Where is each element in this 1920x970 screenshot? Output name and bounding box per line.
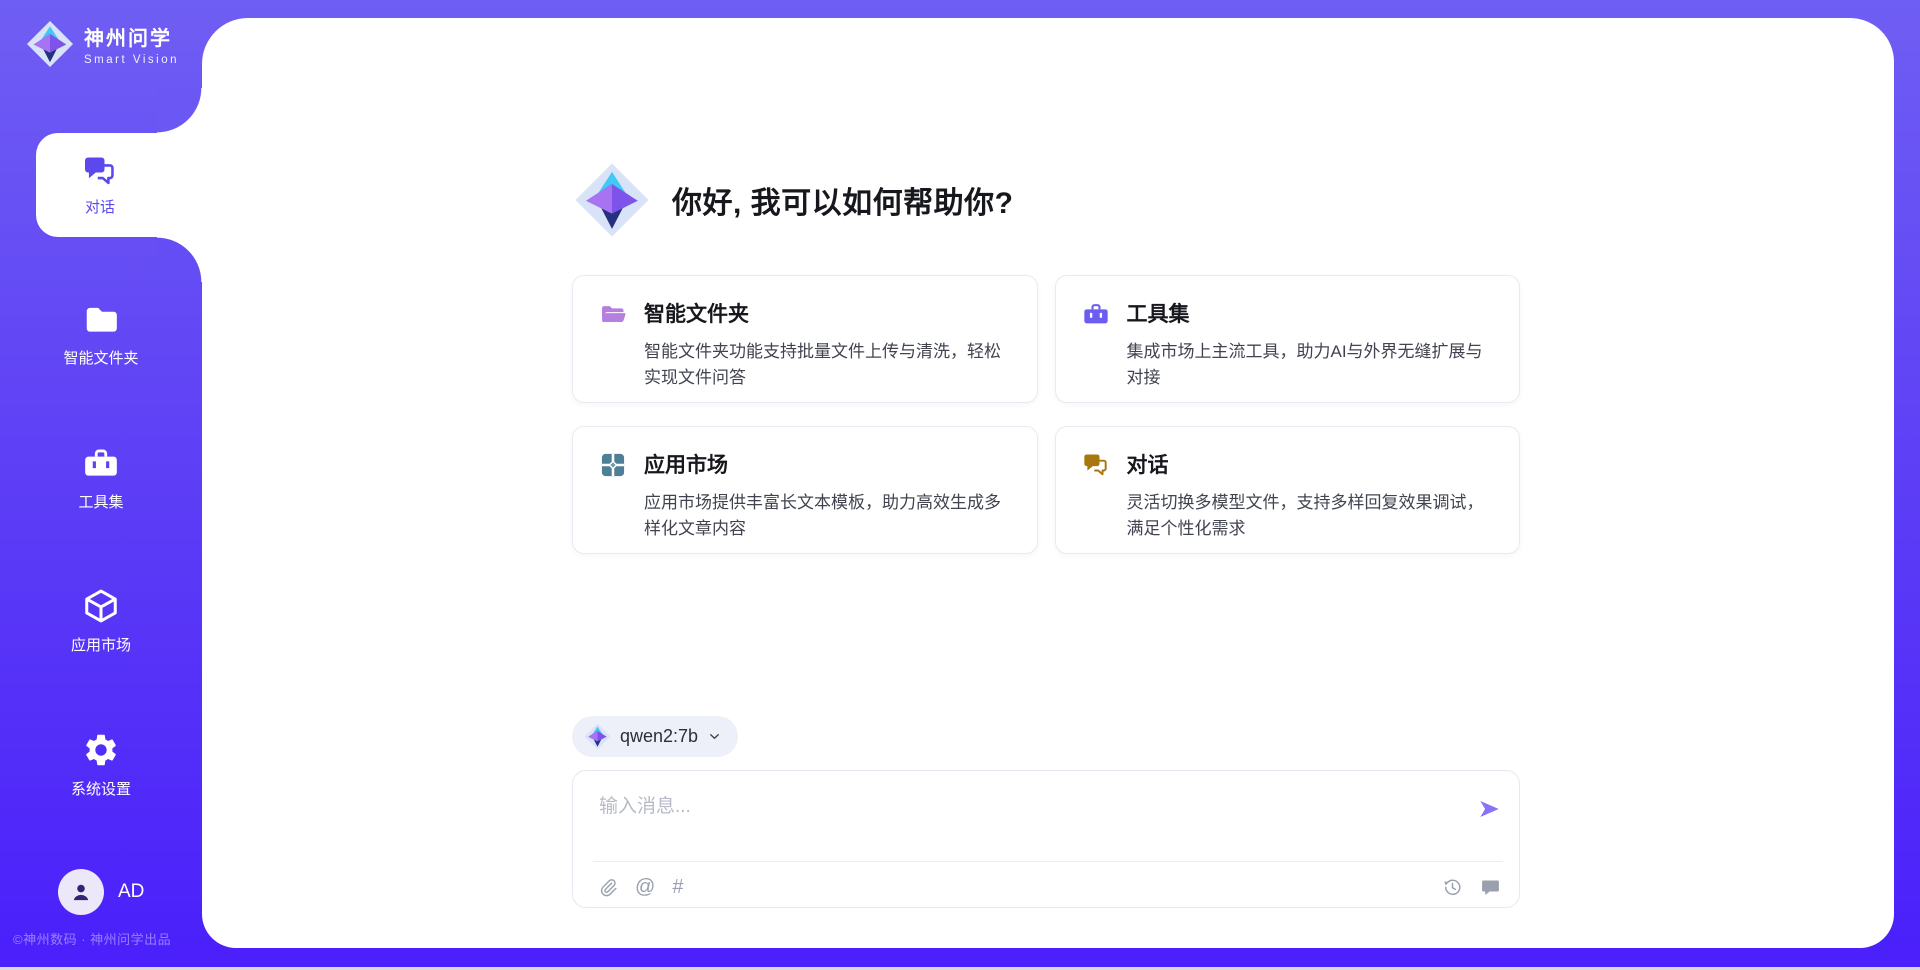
sidebar-item-label: 系统设置 bbox=[71, 778, 131, 799]
sidebar-item-toolset[interactable]: 工具集 bbox=[0, 444, 202, 512]
sidebar-item-app-market[interactable]: 应用市场 bbox=[0, 587, 202, 655]
composer-toolbar: @ # bbox=[597, 873, 1501, 901]
at-icon[interactable]: @ bbox=[635, 877, 655, 898]
greeting-text: 你好, 我可以如何帮助你? bbox=[672, 178, 1014, 222]
sidebar: 神州问学 Smart Vision 对话 智能文件夹 工具集 应用市场 系统设置… bbox=[0, 0, 202, 970]
chat-icon bbox=[82, 153, 118, 189]
user-name: AD bbox=[118, 881, 144, 903]
paperclip-icon[interactable] bbox=[597, 877, 618, 898]
card-smart-folder[interactable]: 智能文件夹 智能文件夹功能支持批量文件上传与清洗，轻松实现文件问答 bbox=[572, 275, 1038, 403]
history-icon[interactable] bbox=[1442, 877, 1463, 898]
person-icon bbox=[68, 879, 94, 905]
chat-icon bbox=[1082, 451, 1110, 479]
sidebar-item-label: 工具集 bbox=[78, 491, 123, 512]
greeting: 你好, 我可以如何帮助你? bbox=[574, 162, 1014, 238]
model-selector[interactable]: qwen2:7b bbox=[572, 716, 738, 757]
model-name: qwen2:7b bbox=[620, 726, 698, 747]
card-app-market[interactable]: 应用市场 应用市场提供丰富长文本模板，助力高效生成多样化文章内容 bbox=[572, 426, 1038, 554]
send-icon[interactable] bbox=[1476, 796, 1502, 822]
app-logo-icon bbox=[574, 162, 650, 238]
card-title: 应用市场 bbox=[644, 449, 1011, 479]
brand-logo-icon bbox=[26, 20, 74, 68]
brand-name: 神州问学 bbox=[84, 22, 179, 51]
sidebar-item-chat[interactable]: 对话 bbox=[36, 133, 202, 237]
gear-icon bbox=[82, 731, 120, 769]
tab-scoop-bottom bbox=[157, 237, 202, 282]
card-title: 对话 bbox=[1127, 449, 1494, 479]
avatar bbox=[58, 869, 104, 915]
briefcase-icon bbox=[82, 444, 120, 482]
card-description: 应用市场提供丰富长文本模板，助力高效生成多样化文章内容 bbox=[644, 490, 1011, 542]
card-toolset[interactable]: 工具集 集成市场上主流工具，助力AI与外界无缝扩展与对接 bbox=[1055, 275, 1521, 403]
sidebar-item-label: 智能文件夹 bbox=[63, 347, 138, 368]
sidebar-item-label: 对话 bbox=[85, 196, 115, 217]
card-description: 灵活切换多模型文件，支持多样回复效果调试，满足个性化需求 bbox=[1127, 490, 1494, 542]
tab-scoop-top bbox=[157, 88, 202, 133]
composer-divider bbox=[593, 861, 1503, 862]
folder-open-icon bbox=[599, 300, 627, 328]
brand: 神州问学 Smart Vision bbox=[26, 20, 179, 68]
card-chat[interactable]: 对话 灵活切换多模型文件，支持多样回复效果调试，满足个性化需求 bbox=[1055, 426, 1521, 554]
sidebar-item-label: 应用市场 bbox=[71, 634, 131, 655]
card-description: 智能文件夹功能支持批量文件上传与清洗，轻松实现文件问答 bbox=[644, 339, 1011, 391]
card-title: 工具集 bbox=[1127, 298, 1494, 328]
copyright-text: ©神州数码 · 神州问学出品 bbox=[13, 929, 171, 948]
message-input[interactable] bbox=[599, 791, 1419, 851]
briefcase-icon bbox=[1082, 300, 1110, 328]
message-composer: @ # bbox=[572, 770, 1520, 908]
brand-subtitle: Smart Vision bbox=[84, 54, 179, 66]
hash-icon[interactable]: # bbox=[672, 877, 683, 898]
cube-icon bbox=[82, 587, 120, 625]
main-content: 你好, 我可以如何帮助你? 智能文件夹 智能文件夹功能支持批量文件上传与清洗，轻… bbox=[202, 18, 1894, 948]
chevron-down-icon bbox=[707, 729, 722, 744]
card-description: 集成市场上主流工具，助力AI与外界无缝扩展与对接 bbox=[1127, 339, 1494, 391]
user-profile[interactable]: AD bbox=[58, 869, 144, 915]
model-logo-icon bbox=[584, 723, 611, 750]
card-title: 智能文件夹 bbox=[644, 298, 1011, 328]
grid-icon bbox=[599, 451, 627, 479]
sidebar-item-settings[interactable]: 系统设置 bbox=[0, 731, 202, 799]
feature-cards: 智能文件夹 智能文件夹功能支持批量文件上传与清洗，轻松实现文件问答 工具集 集成… bbox=[572, 275, 1520, 554]
sidebar-item-smart-folder[interactable]: 智能文件夹 bbox=[0, 300, 202, 368]
chat-square-icon[interactable] bbox=[1480, 877, 1501, 898]
folder-icon bbox=[82, 300, 120, 338]
